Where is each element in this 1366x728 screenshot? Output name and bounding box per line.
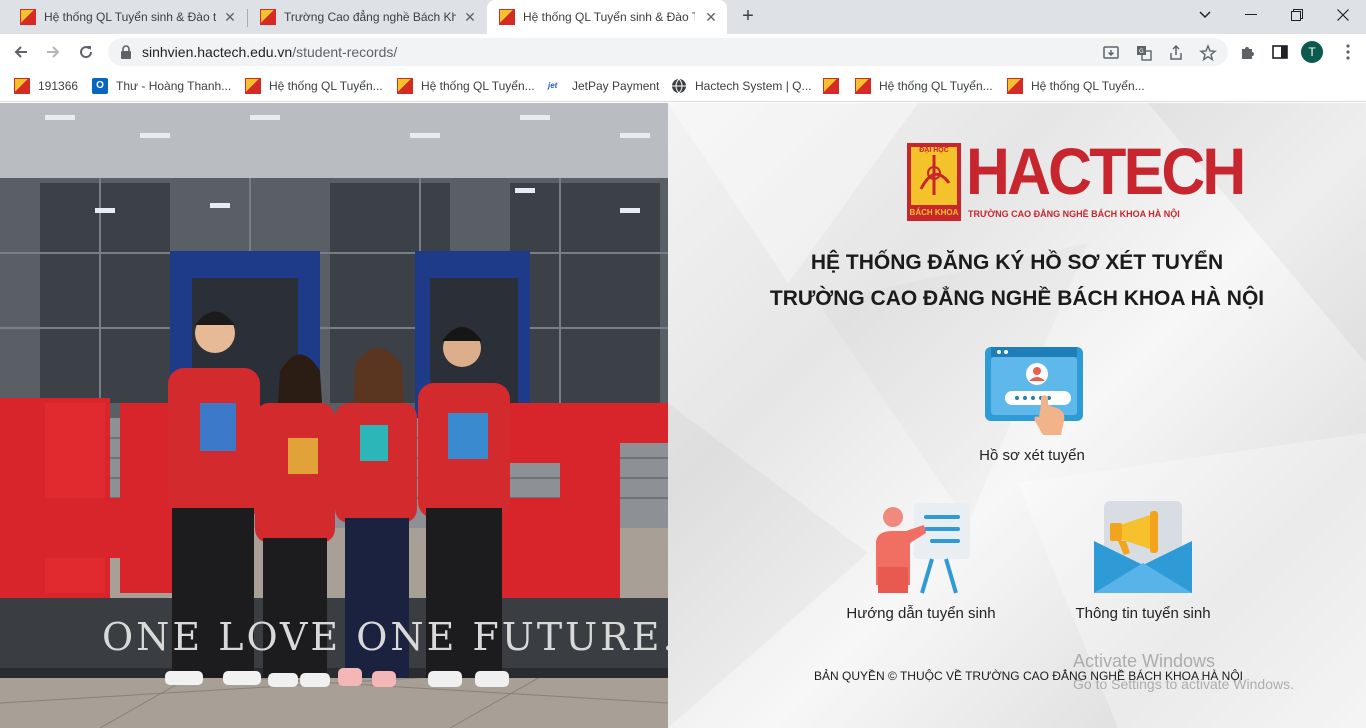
brand-name: HACTECH bbox=[966, 134, 1246, 208]
hactech-favicon bbox=[245, 78, 261, 94]
close-window-button[interactable] bbox=[1320, 0, 1366, 30]
page-title-line1: HỆ THỐNG ĐĂNG KÝ HỒ SƠ XÉT TUYỂN bbox=[810, 251, 1224, 274]
bookmark-label: JetPay Payment bbox=[572, 79, 660, 93]
bookmark-item[interactable]: O Thư - Hoàng Thanh... bbox=[92, 76, 231, 96]
url-text[interactable]: sinhvien.hactech.edu.vn/student-records/ bbox=[142, 44, 397, 60]
arrow-left-icon bbox=[14, 46, 27, 58]
registration-panel: ĐẠI HỌC BÁCH KHOA HACTECH TRƯỜNG CAO ĐẲN… bbox=[668, 103, 1366, 728]
hactech-emblem: ĐẠI HỌC BÁCH KHOA bbox=[907, 143, 961, 221]
hactech-favicon bbox=[20, 9, 36, 25]
bookmark-item[interactable]: Hệ thống QL Tuyển... bbox=[855, 76, 993, 96]
bookmark-label: Hactech System | Q... bbox=[695, 79, 812, 93]
url-host: sinhvien.hactech.edu.vn bbox=[142, 44, 293, 60]
share-icon[interactable] bbox=[1167, 44, 1185, 62]
hactech-favicon bbox=[260, 9, 276, 25]
photo-slogan: ONE LOVE ONE FUTURE. bbox=[102, 615, 668, 659]
hactech-favicon bbox=[1007, 78, 1023, 94]
bookmark-item[interactable]: Hactech System | Q... bbox=[671, 76, 811, 96]
bookmark-item[interactable]: Hệ thống QL Tuyển... bbox=[245, 76, 383, 96]
chevron-down-icon bbox=[1199, 11, 1211, 19]
campus-photo: ONE LOVE ONE FUTURE. bbox=[0, 103, 668, 728]
hactech-favicon bbox=[14, 78, 30, 94]
bookmark-label: Hệ thống QL Tuyển... bbox=[269, 79, 383, 93]
reload-icon bbox=[80, 46, 93, 59]
feature-label: Thông tin tuyển sinh bbox=[1075, 605, 1211, 622]
close-icon bbox=[1337, 9, 1349, 21]
restore-icon bbox=[1291, 9, 1303, 21]
admission-info-link[interactable]: Thông tin tuyển sinh bbox=[1063, 497, 1223, 627]
outlook-icon: O bbox=[92, 78, 108, 94]
records-link[interactable]: Hồ sơ xét tuyển bbox=[962, 339, 1102, 469]
page-title-line2: TRƯỜNG CAO ĐẲNG NGHỀ BÁCH KHOA HÀ NỘI bbox=[769, 287, 1265, 310]
profile-avatar[interactable]: T bbox=[1301, 41, 1323, 63]
bookmark-label: 191366 bbox=[38, 79, 79, 93]
bookmark-star-icon[interactable] bbox=[1199, 44, 1217, 62]
hactech-favicon bbox=[823, 78, 839, 94]
bookmark-label: Hệ thống QL Tuyển... bbox=[1031, 79, 1145, 93]
close-icon[interactable]: ✕ bbox=[462, 9, 478, 25]
url-path: /student-records/ bbox=[292, 44, 398, 60]
tab-1[interactable]: Hệ thống QL Tuyển sinh & Đào tạo ✕ bbox=[8, 0, 246, 34]
brand-tagline: TRƯỜNG CAO ĐẲNG NGHỀ BÁCH KHOA HÀ NỘI bbox=[968, 209, 1180, 219]
tab-title: Hệ thống QL Tuyển sinh & Đào Tạo bbox=[523, 10, 695, 24]
emblem-top-text: ĐẠI HỌC bbox=[919, 147, 949, 154]
hactech-favicon bbox=[499, 9, 515, 25]
close-icon[interactable]: ✕ bbox=[222, 9, 238, 25]
back-button[interactable] bbox=[8, 39, 34, 65]
emblem-bottom-text: BÁCH KHOA bbox=[909, 208, 959, 217]
bookmark-label: Hệ thống QL Tuyển... bbox=[421, 79, 535, 93]
svg-text:G: G bbox=[1139, 48, 1144, 55]
extensions-puzzle-icon[interactable] bbox=[1239, 43, 1257, 61]
forward-button[interactable] bbox=[40, 39, 66, 65]
restore-button[interactable] bbox=[1274, 0, 1320, 30]
tab-3-active[interactable]: Hệ thống QL Tuyển sinh & Đào Tạo ✕ bbox=[487, 0, 727, 34]
arrow-right-icon bbox=[47, 46, 60, 58]
hactech-favicon bbox=[397, 78, 413, 94]
bookmark-item[interactable] bbox=[823, 76, 839, 96]
reload-button[interactable] bbox=[73, 39, 99, 65]
feature-label: Hồ sơ xét tuyển bbox=[979, 447, 1085, 464]
browser-toolbar: sinhvien.hactech.edu.vn/student-records/… bbox=[0, 34, 1366, 70]
bookmark-item[interactable]: jet JetPay Payment bbox=[548, 76, 659, 96]
tab-strip: Hệ thống QL Tuyển sinh & Đào tạo ✕ Trườn… bbox=[0, 0, 1366, 34]
minimize-button[interactable] bbox=[1228, 0, 1274, 30]
activate-windows-title: Activate Windows bbox=[1073, 651, 1216, 671]
jetpay-icon: jet bbox=[548, 81, 558, 90]
close-icon[interactable]: ✕ bbox=[703, 9, 719, 25]
hactech-favicon bbox=[855, 78, 871, 94]
tab-2[interactable]: Trường Cao đẳng nghề Bách Khoa ✕ bbox=[248, 0, 486, 34]
tab-title: Trường Cao đẳng nghề Bách Khoa bbox=[284, 10, 456, 24]
activate-windows-subtitle: Go to Settings to activate Windows. bbox=[1073, 676, 1294, 692]
side-panel-icon[interactable] bbox=[1271, 43, 1289, 61]
tab-title: Hệ thống QL Tuyển sinh & Đào tạo bbox=[44, 10, 216, 24]
lock-icon bbox=[121, 45, 131, 59]
translate-icon[interactable]: G bbox=[1135, 44, 1153, 62]
tab-search-button[interactable] bbox=[1182, 0, 1228, 30]
new-tab-button[interactable]: + bbox=[737, 6, 759, 28]
address-bar[interactable]: sinhvien.hactech.edu.vn/student-records/… bbox=[108, 38, 1228, 66]
bookmark-label: Thư - Hoàng Thanh... bbox=[116, 79, 232, 93]
kebab-menu-icon[interactable] bbox=[1339, 43, 1357, 61]
bookmark-label: Hệ thống QL Tuyển... bbox=[879, 79, 993, 93]
presentation-icon bbox=[876, 503, 970, 594]
megaphone-envelope-icon bbox=[1094, 501, 1192, 593]
feature-label: Hướng dẫn tuyển sinh bbox=[846, 605, 996, 622]
bookmark-item[interactable]: Hệ thống QL Tuyển... bbox=[1007, 76, 1145, 96]
install-app-icon[interactable] bbox=[1102, 44, 1120, 62]
bookmark-item[interactable]: 191366 bbox=[14, 76, 78, 96]
minimize-icon bbox=[1245, 14, 1257, 15]
globe-icon bbox=[672, 78, 686, 94]
bookmarks-bar: 191366 O Thư - Hoàng Thanh... Hệ thống QL… bbox=[0, 70, 1366, 102]
profile-login-icon bbox=[985, 347, 1083, 435]
admission-guide-link[interactable]: Hướng dẫn tuyển sinh bbox=[836, 497, 1006, 627]
bookmark-item[interactable]: Hệ thống QL Tuyển... bbox=[397, 76, 535, 96]
browser-chrome: Hệ thống QL Tuyển sinh & Đào tạo ✕ Trườn… bbox=[0, 0, 1366, 102]
